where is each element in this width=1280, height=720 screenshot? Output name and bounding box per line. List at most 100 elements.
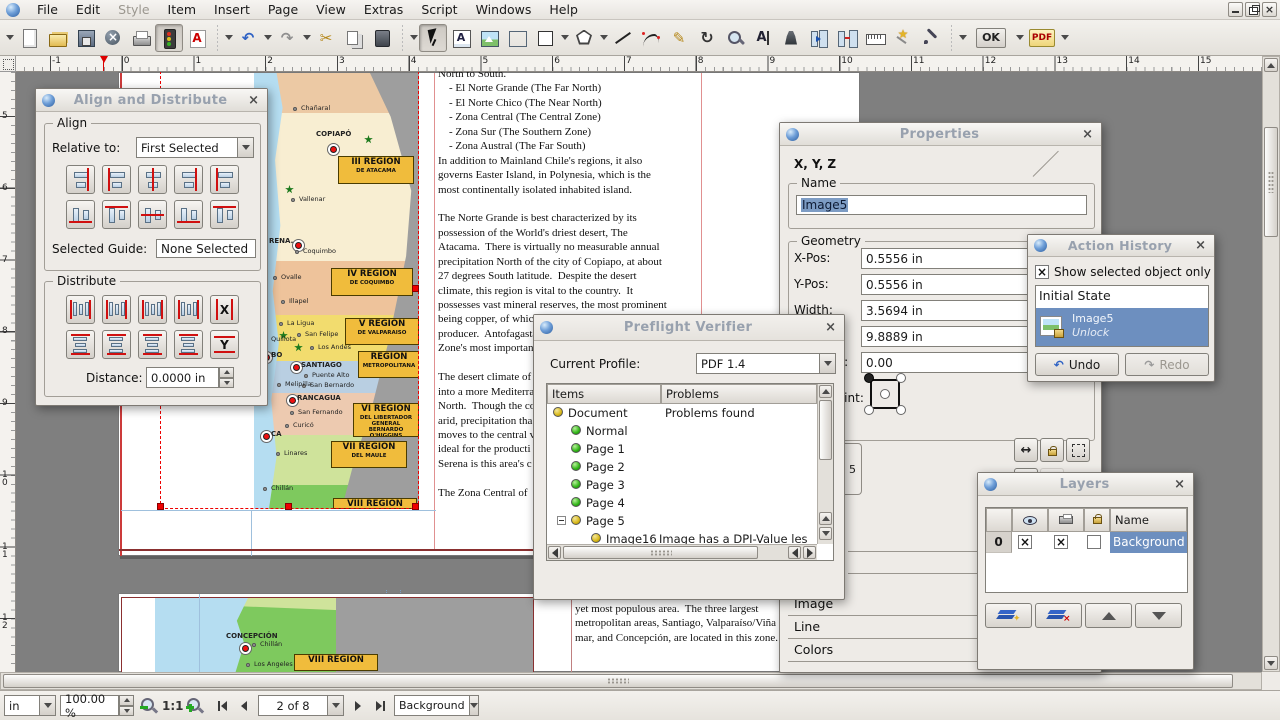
scroll-down-button[interactable]: [1264, 656, 1278, 670]
zoom-level-spinner[interactable]: 100.00 %: [60, 695, 134, 716]
relative-to-combobox[interactable]: First Selected: [136, 137, 254, 158]
name-input[interactable]: Image5: [796, 195, 1087, 215]
next-page-button[interactable]: [348, 696, 368, 716]
menu-extras[interactable]: Extras: [355, 1, 413, 18]
raise-layer-button[interactable]: [1085, 603, 1132, 628]
chile-map-image-continued[interactable]: CONCEPCIÓNChillánLos AngelesVIII REGIÓN: [121, 597, 534, 672]
preflight-titlebar[interactable]: Preflight Verifier ×: [534, 315, 844, 341]
scroll-up-button[interactable]: [1264, 58, 1278, 72]
first-page-button[interactable]: [212, 696, 232, 716]
toolbar-dropdown-arrow[interactable]: [1014, 25, 1025, 51]
vertical-ruler[interactable]: 567891 01 11 2: [0, 72, 16, 672]
show-selected-only-checkbox[interactable]: ×: [1035, 265, 1049, 279]
document-page-next[interactable]: CONCEPCIÓNChillánLos AngelesVIII REGIÓN …: [118, 593, 860, 672]
profile-dropdown-button[interactable]: [819, 353, 836, 374]
distribute-top-edges-button[interactable]: [66, 330, 95, 359]
basepoint-bottom-right[interactable]: [896, 405, 906, 415]
distribute-spacing-y-button[interactable]: Y: [210, 330, 239, 359]
new-document-button[interactable]: [15, 24, 43, 52]
link-text-frames-button[interactable]: [805, 24, 833, 52]
selection-handle-bottom-right[interactable]: [412, 503, 419, 510]
close-icon[interactable]: ×: [246, 93, 261, 108]
distance-spinbox[interactable]: 0.0000 in: [146, 367, 234, 388]
pdf-tools-button[interactable]: PDF: [1025, 24, 1059, 52]
vertical-scroll-thumb[interactable]: [1264, 127, 1278, 237]
window-restore-button[interactable]: [1245, 2, 1260, 17]
preflight-scroll-right[interactable]: [803, 546, 816, 559]
basepoint-bottom-left[interactable]: [864, 405, 874, 415]
page-selector[interactable]: 2 of 8: [258, 695, 344, 716]
layers-table[interactable]: Name 0 × × Background: [985, 507, 1188, 593]
horizontal-scroll-thumb[interactable]: [3, 674, 1233, 688]
close-icon[interactable]: ×: [823, 320, 838, 335]
basepoint-top-right[interactable]: [896, 373, 906, 383]
preflight-hscrollbar[interactable]: [547, 544, 817, 560]
edit-contents-button[interactable]: [749, 24, 777, 52]
previous-page-button[interactable]: [234, 696, 254, 716]
menu-item[interactable]: Item: [159, 1, 205, 18]
redo-button[interactable]: ↷ Redo: [1125, 353, 1209, 376]
insert-bezier-curve-button[interactable]: [637, 24, 665, 52]
profile-combobox[interactable]: PDF 1.4: [696, 353, 836, 374]
close-icon[interactable]: ×: [1172, 477, 1187, 492]
layer-name-cell[interactable]: Background: [1110, 532, 1187, 553]
align-distribute-titlebar[interactable]: Align and Distribute ×: [36, 89, 267, 112]
redo-button[interactable]: [273, 24, 301, 52]
action-history-titlebar[interactable]: Action History ×: [1028, 235, 1214, 257]
copy-item-properties-button[interactable]: [889, 24, 917, 52]
toolbar-dropdown-arrow[interactable]: [4, 25, 15, 51]
toolbar-dropdown-arrow[interactable]: [559, 25, 570, 51]
preflight-scroll-up2[interactable]: [819, 512, 832, 525]
eye-dropper-button[interactable]: [917, 24, 945, 52]
open-document-button[interactable]: [43, 24, 71, 52]
tab-line[interactable]: Line: [794, 619, 820, 634]
basepoint-center[interactable]: [880, 389, 890, 399]
preflight-row-page-3[interactable]: Page 3: [547, 476, 815, 494]
measurements-button[interactable]: [861, 24, 889, 52]
layer-dropdown-button[interactable]: [469, 695, 479, 716]
lock-size-button[interactable]: [1066, 438, 1090, 462]
window-close-button[interactable]: ×: [1262, 2, 1277, 17]
zoom-spin-up[interactable]: [119, 695, 134, 706]
undo-button[interactable]: ↶ Undo: [1035, 353, 1119, 376]
story-editor-button[interactable]: [777, 24, 805, 52]
width-field[interactable]: 3.5694 in: [861, 300, 1043, 321]
save-as-pdf-button[interactable]: [183, 24, 211, 52]
rotation-field[interactable]: 0.00: [861, 352, 1043, 373]
distribute-bottom-edges-button[interactable]: [138, 330, 167, 359]
toolbar-dropdown-arrow[interactable]: [301, 25, 312, 51]
layer-print-checkbox[interactable]: ×: [1054, 535, 1068, 549]
selection-handle-bottom-middle[interactable]: [285, 503, 292, 510]
toolbar-dropdown-arrow[interactable]: [262, 25, 273, 51]
height-field[interactable]: 9.8889 in: [861, 326, 1043, 347]
preflight-row-page-2[interactable]: Page 2: [547, 458, 815, 476]
horizontal-scrollbar[interactable]: [0, 672, 1262, 690]
selection-handle-bottom-left[interactable]: [157, 503, 164, 510]
zoom-spin-down[interactable]: [119, 706, 134, 717]
preflight-scroll-down[interactable]: [819, 527, 832, 540]
distribute-centers-horizontally-button[interactable]: [102, 295, 131, 324]
insert-line-button[interactable]: [609, 24, 637, 52]
distribute-right-sides-button[interactable]: [138, 295, 167, 324]
menu-edit[interactable]: Edit: [67, 1, 109, 18]
zoom-button[interactable]: [721, 24, 749, 52]
close-document-button[interactable]: [99, 24, 127, 52]
preflight-scroll-left[interactable]: [788, 546, 801, 559]
history-initial-state[interactable]: Initial State: [1039, 288, 1111, 303]
problems-table[interactable]: Items Problems DocumentProblems foundNor…: [546, 383, 834, 561]
align-right-sides-button[interactable]: [174, 165, 203, 194]
copy-button[interactable]: [340, 24, 368, 52]
layers-titlebar[interactable]: Layers ×: [978, 473, 1193, 496]
align-bottom-to-anchor-top-button[interactable]: [66, 200, 95, 229]
basepoint-top-left[interactable]: [864, 373, 874, 383]
cut-button[interactable]: [312, 24, 340, 52]
insert-text-frame-button[interactable]: [447, 24, 475, 52]
preflight-row-normal[interactable]: Normal: [547, 422, 815, 440]
insert-table-button[interactable]: [503, 24, 531, 52]
distance-spin-down[interactable]: [219, 378, 234, 389]
preflight-row-page-5[interactable]: Page 5: [547, 512, 815, 530]
ruler-origin-box[interactable]: [0, 56, 16, 72]
zoom-out-icon[interactable]: [140, 697, 158, 715]
last-page-button[interactable]: [370, 696, 390, 716]
unlink-text-frames-button[interactable]: [833, 24, 861, 52]
